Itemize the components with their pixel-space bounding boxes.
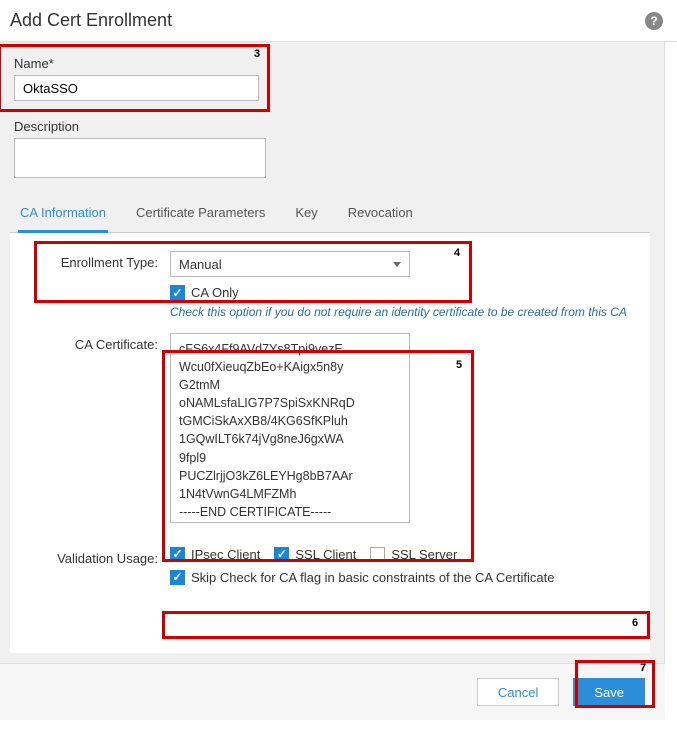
enrollment-type-label: Enrollment Type: [20,251,170,270]
ca-only-hint: Check this option if you do not require … [170,304,640,321]
save-button[interactable]: Save [573,678,645,706]
ca-cert-label: CA Certificate: [20,333,170,352]
enrollment-type-select[interactable]: Manual [170,251,410,277]
callout-7: 7 [640,662,646,674]
skip-check-label: Skip Check for CA flag in basic constrai… [191,570,554,585]
tab-bar: CA Information Certificate Parameters Ke… [10,197,650,233]
description-field-group: Description [10,115,650,185]
ca-only-row: CA Only [170,285,640,300]
description-input[interactable] [14,138,266,178]
tab-key[interactable]: Key [293,197,319,232]
ca-only-checkbox[interactable] [170,285,185,300]
tab-ca-information[interactable]: CA Information [18,197,108,233]
ca-cert-row: CA Certificate: cFS6x4Ff9AVd7Ys8Tpi9vezE… [20,333,640,523]
add-cert-enrollment-dialog: Add Cert Enrollment ? 3 Name* Descriptio… [0,0,677,720]
callout-6: 6 [632,617,638,629]
enrollment-type-row: Enrollment Type: Manual CA Only Check th… [20,251,640,321]
ipsec-client-checkbox[interactable] [170,547,185,562]
tab-certificate-parameters[interactable]: Certificate Parameters [134,197,267,232]
name-input[interactable] [14,75,259,101]
skip-check-checkbox[interactable] [170,570,185,585]
chevron-down-icon [393,262,401,267]
ca-information-panel: 4 Enrollment Type: Manual CA Only Check … [10,233,650,653]
help-icon[interactable]: ? [645,12,663,30]
ssl-server-checkbox[interactable] [370,547,385,562]
ca-cert-textarea[interactable]: cFS6x4Ff9AVd7Ys8Tpi9vezE Wcu0fXieuqZbEo+… [170,333,410,523]
dialog-title: Add Cert Enrollment [10,10,172,31]
dialog-header: Add Cert Enrollment ? [0,0,677,42]
validation-usage-row: Validation Usage: IPsec Client SSL Clien… [20,547,640,585]
validation-checks: IPsec Client SSL Client SSL Server [170,547,640,562]
cancel-button[interactable]: Cancel [477,678,559,706]
ssl-client-checkbox[interactable] [274,547,289,562]
name-label: Name* [14,56,646,71]
dialog-footer: 7 Cancel Save [0,663,665,720]
description-label: Description [14,119,646,134]
ipsec-client-label: IPsec Client [191,547,260,562]
validation-usage-label: Validation Usage: [20,547,170,566]
ssl-server-label: SSL Server [391,547,457,562]
skip-check-row: Skip Check for CA flag in basic constrai… [170,570,640,585]
ssl-client-label: SSL Client [295,547,356,562]
tab-revocation[interactable]: Revocation [346,197,415,232]
name-field-group: Name* [10,52,650,105]
ca-only-label: CA Only [191,285,239,300]
enrollment-type-value: Manual [179,257,222,272]
callout-box-6 [162,611,650,639]
dialog-body: 3 Name* Description CA Information Certi… [0,42,665,663]
